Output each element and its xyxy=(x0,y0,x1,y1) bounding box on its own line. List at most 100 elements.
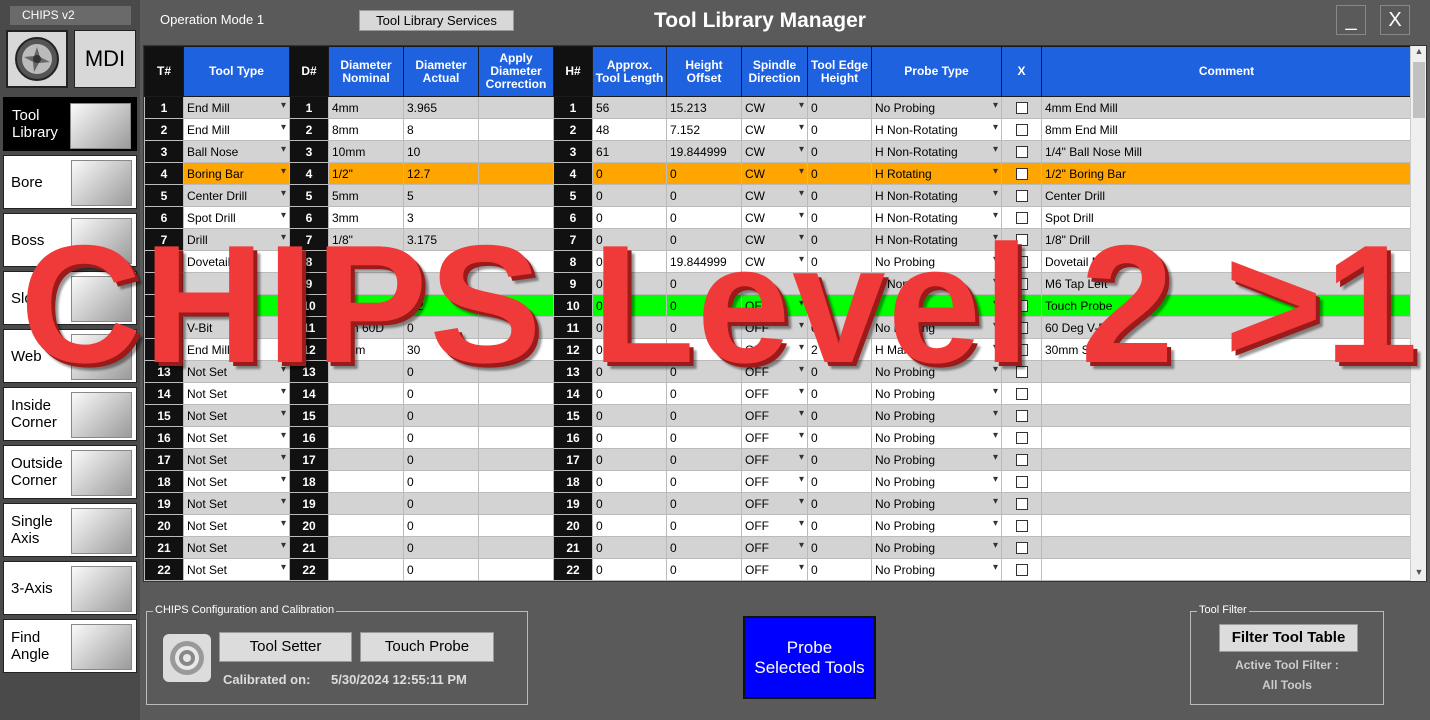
spindle-direction-select[interactable]: OFF xyxy=(741,426,808,449)
scroll-up-icon[interactable]: ▲ xyxy=(1411,46,1426,60)
height-offset-cell[interactable]: 0 xyxy=(666,272,742,295)
checkbox-icon[interactable] xyxy=(1015,234,1028,247)
diameter-actual-cell[interactable]: 0 xyxy=(403,382,479,405)
sidebar-item-tool-library[interactable]: Tool Library xyxy=(3,97,137,151)
tool-length-cell[interactable]: 0 xyxy=(592,250,667,273)
checkbox-icon[interactable] xyxy=(1015,190,1028,203)
apply-correction-cell[interactable] xyxy=(478,140,554,163)
column-header[interactable]: Diameter Actual xyxy=(403,46,479,97)
tool-type-select[interactable]: Dovetail xyxy=(183,250,290,273)
tool-type-select[interactable]: Probe xyxy=(183,294,290,317)
edge-height-cell[interactable]: 0 xyxy=(807,272,872,295)
select-checkbox[interactable] xyxy=(1001,184,1042,207)
diameter-nominal-cell[interactable]: 5mm 60D xyxy=(328,316,404,339)
tool-length-cell[interactable]: 0 xyxy=(592,514,667,537)
table-row[interactable]: 2End Mill28mm82487.152CW0H Non-Rotating8… xyxy=(144,118,1412,141)
height-offset-cell[interactable]: 7.152 xyxy=(666,118,742,141)
edge-height-cell[interactable]: 0 xyxy=(807,206,872,229)
height-offset-cell[interactable]: 0 xyxy=(666,294,742,317)
height-offset-cell[interactable]: 0 xyxy=(666,316,742,339)
checkbox-icon[interactable] xyxy=(1015,278,1028,291)
table-row[interactable]: 8Dovetail8108019.844999CW0No ProbingDove… xyxy=(144,250,1412,273)
edge-height-cell[interactable]: 0 xyxy=(807,250,872,273)
comment-cell[interactable]: 60 Deg V-Bit xyxy=(1041,316,1412,339)
diameter-actual-cell[interactable]: 0 xyxy=(403,492,479,515)
diameter-actual-cell[interactable]: 0 xyxy=(403,448,479,471)
comment-cell[interactable] xyxy=(1041,536,1412,559)
edge-height-cell[interactable]: 0 xyxy=(807,140,872,163)
diameter-nominal-cell[interactable] xyxy=(328,558,404,581)
select-checkbox[interactable] xyxy=(1001,272,1042,295)
apply-correction-cell[interactable] xyxy=(478,118,554,141)
column-header[interactable]: X xyxy=(1001,46,1042,97)
spindle-direction-select[interactable]: OFF xyxy=(741,558,808,581)
checkbox-icon[interactable] xyxy=(1015,432,1028,445)
diameter-actual-cell[interactable]: 3.2 xyxy=(403,294,479,317)
column-header[interactable]: Comment xyxy=(1041,46,1412,97)
diameter-actual-cell[interactable]: 0 xyxy=(403,316,479,339)
edge-height-cell[interactable]: 0 xyxy=(807,360,872,383)
probe-type-select[interactable] xyxy=(871,294,1002,317)
select-checkbox[interactable] xyxy=(1001,118,1042,141)
select-checkbox[interactable] xyxy=(1001,360,1042,383)
checkbox-icon[interactable] xyxy=(1015,520,1028,533)
config-gear-button[interactable] xyxy=(163,634,211,682)
tool-length-cell[interactable]: 0 xyxy=(592,162,667,185)
spindle-direction-select[interactable]: CW xyxy=(741,228,808,251)
tool-length-cell[interactable]: 48 xyxy=(592,118,667,141)
probe-type-select[interactable]: H Non-Rotating xyxy=(871,206,1002,229)
tool-type-select[interactable]: Not Set xyxy=(183,470,290,493)
height-offset-cell[interactable]: 0 xyxy=(666,382,742,405)
table-row[interactable]: 17Not Set1701700OFF0No Probing xyxy=(144,448,1412,471)
select-checkbox[interactable] xyxy=(1001,96,1042,119)
column-header[interactable]: Height Offset xyxy=(666,46,742,97)
comment-cell[interactable]: 30mm Shell Mill xyxy=(1041,338,1412,361)
diameter-actual-cell[interactable]: 10 xyxy=(403,140,479,163)
probe-type-select[interactable]: No Probing xyxy=(871,96,1002,119)
diameter-actual-cell[interactable]: 0 xyxy=(403,558,479,581)
probe-type-select[interactable]: No Probing xyxy=(871,514,1002,537)
diameter-actual-cell[interactable]: 0 xyxy=(403,360,479,383)
tool-length-cell[interactable]: 0 xyxy=(592,272,667,295)
table-row[interactable]: 18Not Set1801800OFF0No Probing xyxy=(144,470,1412,493)
probe-type-select[interactable]: No Probing xyxy=(871,558,1002,581)
spindle-direction-select[interactable]: OFF xyxy=(741,316,808,339)
table-row[interactable]: 5Center Drill55mm5500CW0H Non-RotatingCe… xyxy=(144,184,1412,207)
table-row[interactable]: 19Not Set1901900OFF0No Probing xyxy=(144,492,1412,515)
tool-length-cell[interactable]: 0 xyxy=(592,360,667,383)
select-checkbox[interactable] xyxy=(1001,448,1042,471)
column-header[interactable]: Approx. Tool Length xyxy=(592,46,667,97)
checkbox-icon[interactable] xyxy=(1015,102,1028,115)
spindle-direction-select[interactable]: CW xyxy=(741,184,808,207)
tool-length-cell[interactable]: 0 xyxy=(592,228,667,251)
comment-cell[interactable]: 1/8" Drill xyxy=(1041,228,1412,251)
table-row[interactable]: 14Not Set1401400OFF0No Probing xyxy=(144,382,1412,405)
tool-type-select[interactable]: V-Bit xyxy=(183,316,290,339)
apply-correction-cell[interactable] xyxy=(478,558,554,581)
select-checkbox[interactable] xyxy=(1001,294,1042,317)
diameter-actual-cell[interactable]: 0 xyxy=(403,514,479,537)
tool-type-select[interactable]: Not Set xyxy=(183,404,290,427)
diameter-nominal-cell[interactable] xyxy=(328,470,404,493)
table-row[interactable]: 10Probe103.21000OFF0Touch Probe xyxy=(144,294,1412,317)
edge-height-cell[interactable]: 0 xyxy=(807,316,872,339)
close-button[interactable]: X xyxy=(1380,5,1410,35)
apply-correction-cell[interactable] xyxy=(478,228,554,251)
diameter-nominal-cell[interactable]: 10 xyxy=(328,250,404,273)
checkbox-icon[interactable] xyxy=(1015,366,1028,379)
column-header[interactable]: Diameter Nominal xyxy=(328,46,404,97)
checkbox-icon[interactable] xyxy=(1015,146,1028,159)
comment-cell[interactable] xyxy=(1041,382,1412,405)
tool-type-select[interactable]: End Mill xyxy=(183,118,290,141)
probe-type-select[interactable]: No Probing xyxy=(871,250,1002,273)
apply-correction-cell[interactable] xyxy=(478,338,554,361)
height-offset-cell[interactable]: 0 xyxy=(666,448,742,471)
spindle-direction-select[interactable]: OFF xyxy=(741,404,808,427)
tool-type-select[interactable]: End Mill xyxy=(183,96,290,119)
apply-correction-cell[interactable] xyxy=(478,206,554,229)
diameter-actual-cell[interactable]: 3 xyxy=(403,206,479,229)
apply-correction-cell[interactable] xyxy=(478,294,554,317)
diameter-nominal-cell[interactable] xyxy=(328,294,404,317)
edge-height-cell[interactable]: 0 xyxy=(807,162,872,185)
spindle-direction-select[interactable]: OFF xyxy=(741,470,808,493)
